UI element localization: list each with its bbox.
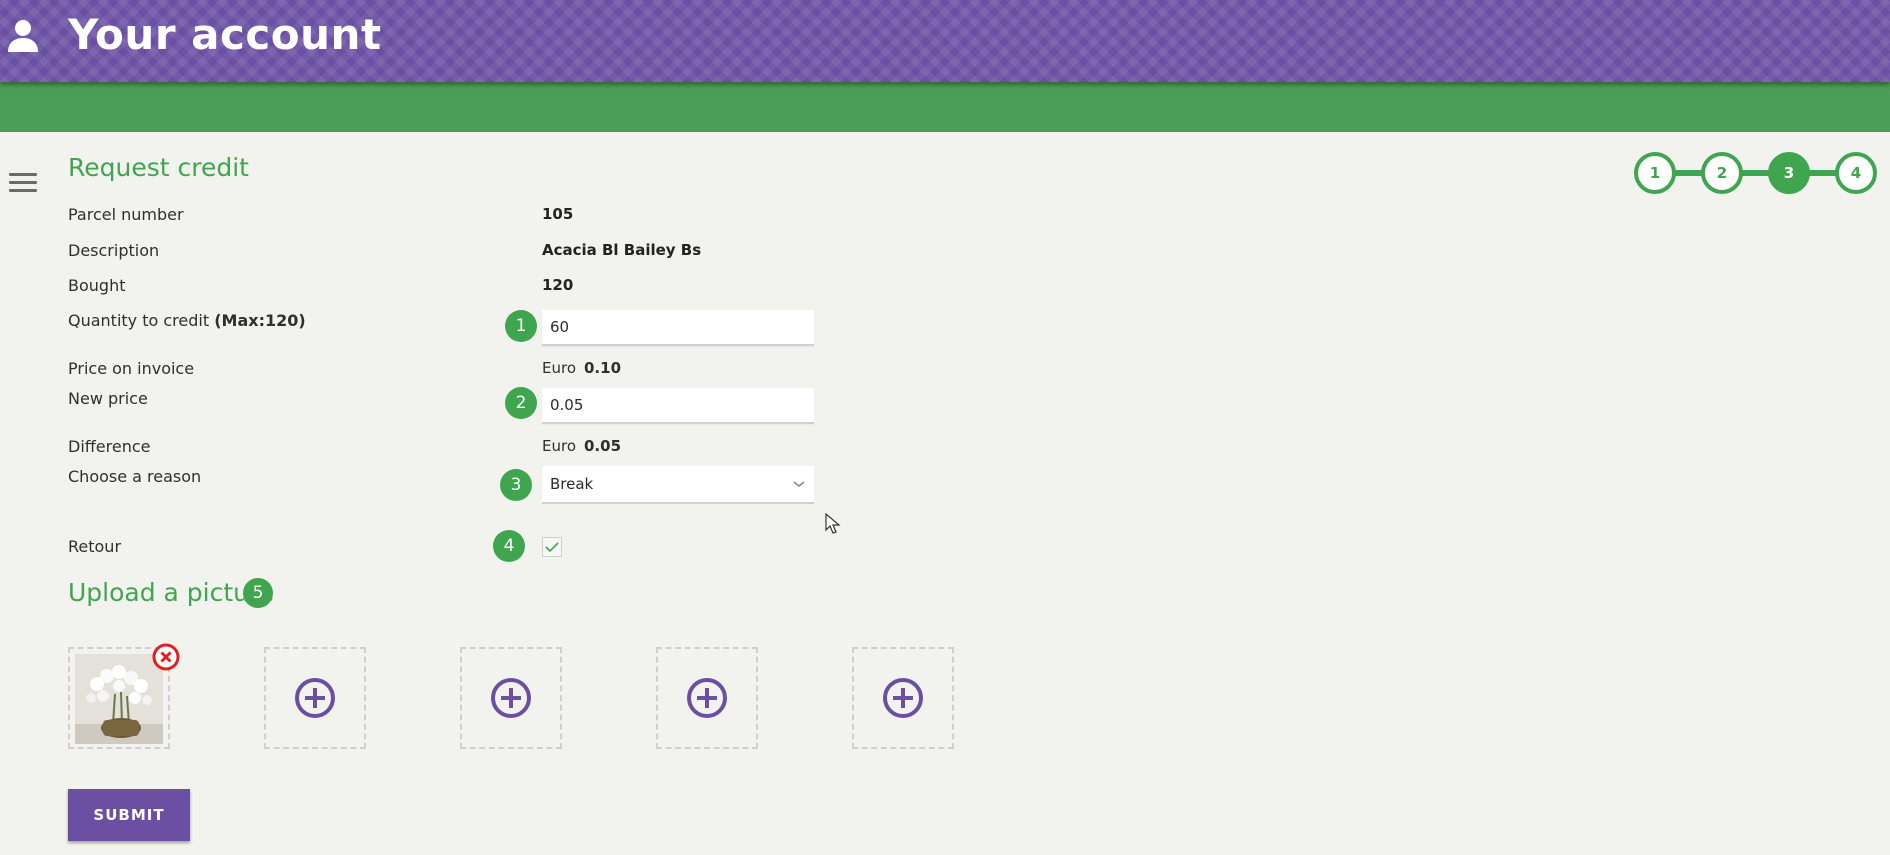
quantity-label-text: Quantity to credit <box>68 311 210 330</box>
orchid-photo <box>75 654 163 744</box>
step-2: 2 <box>1701 152 1743 194</box>
step-1: 1 <box>1634 152 1676 194</box>
upload-slot-4[interactable] <box>656 647 758 749</box>
new-price-input[interactable] <box>542 388 814 424</box>
page-title: Your account <box>68 10 382 59</box>
currency-label: Euro <box>542 437 576 455</box>
price-on-invoice-amount: 0.10 <box>584 359 622 377</box>
step-badge-3: 3 <box>500 469 532 501</box>
step-3: 3 <box>1768 152 1810 194</box>
submit-button[interactable]: SUBMIT <box>68 789 190 841</box>
reason-label: Choose a reason <box>68 467 202 486</box>
step-badge-2: 2 <box>505 387 537 419</box>
stepper-line <box>1654 170 1854 176</box>
retour-label: Retour <box>68 537 122 556</box>
difference-label: Difference <box>68 437 151 456</box>
remove-photo-icon[interactable] <box>152 643 180 671</box>
upload-slot-2[interactable] <box>264 647 366 749</box>
parcel-number-label: Parcel number <box>68 205 184 224</box>
retour-checkbox[interactable] <box>542 537 562 557</box>
new-price-label: New price <box>68 389 148 408</box>
quantity-max-note: (Max:120) <box>214 311 306 330</box>
page-header: Your account <box>0 0 1890 82</box>
bought-label: Bought <box>68 276 126 295</box>
upload-slot-3[interactable] <box>460 647 562 749</box>
description-value: Acacia Bl Bailey Bs <box>542 241 702 259</box>
add-circle-icon <box>687 678 727 718</box>
hamburger-menu-icon[interactable] <box>9 173 37 195</box>
chevron-down-icon <box>793 481 805 488</box>
mouse-cursor-icon <box>825 513 841 534</box>
bought-value: 120 <box>542 276 574 294</box>
add-circle-icon <box>295 678 335 718</box>
add-circle-icon <box>883 678 923 718</box>
reason-select-value: Break <box>550 475 594 493</box>
currency-label: Euro <box>542 359 576 377</box>
green-nav-bar <box>0 82 1890 132</box>
difference-amount: 0.05 <box>584 437 622 455</box>
price-on-invoice-label: Price on invoice <box>68 359 195 378</box>
upload-slot-5[interactable] <box>852 647 954 749</box>
form-title: Request credit <box>68 153 249 182</box>
price-on-invoice-value: Euro 0.10 <box>542 359 621 377</box>
step-badge-1: 1 <box>505 310 537 342</box>
parcel-number-value: 105 <box>542 205 574 223</box>
step-badge-5: 5 <box>243 578 273 608</box>
quantity-label: Quantity to credit (Max:120) <box>68 311 306 330</box>
progress-stepper: 1 2 3 4 <box>1634 152 1878 194</box>
uploaded-photo-thumbnail <box>75 654 163 744</box>
quantity-input[interactable] <box>542 310 814 346</box>
step-badge-4: 4 <box>493 530 525 562</box>
difference-value: Euro 0.05 <box>542 437 621 455</box>
description-label: Description <box>68 241 160 260</box>
checkmark-icon <box>545 542 559 553</box>
step-4: 4 <box>1835 152 1877 194</box>
user-icon <box>8 20 38 52</box>
reason-select[interactable]: Break <box>542 466 814 504</box>
add-circle-icon <box>491 678 531 718</box>
